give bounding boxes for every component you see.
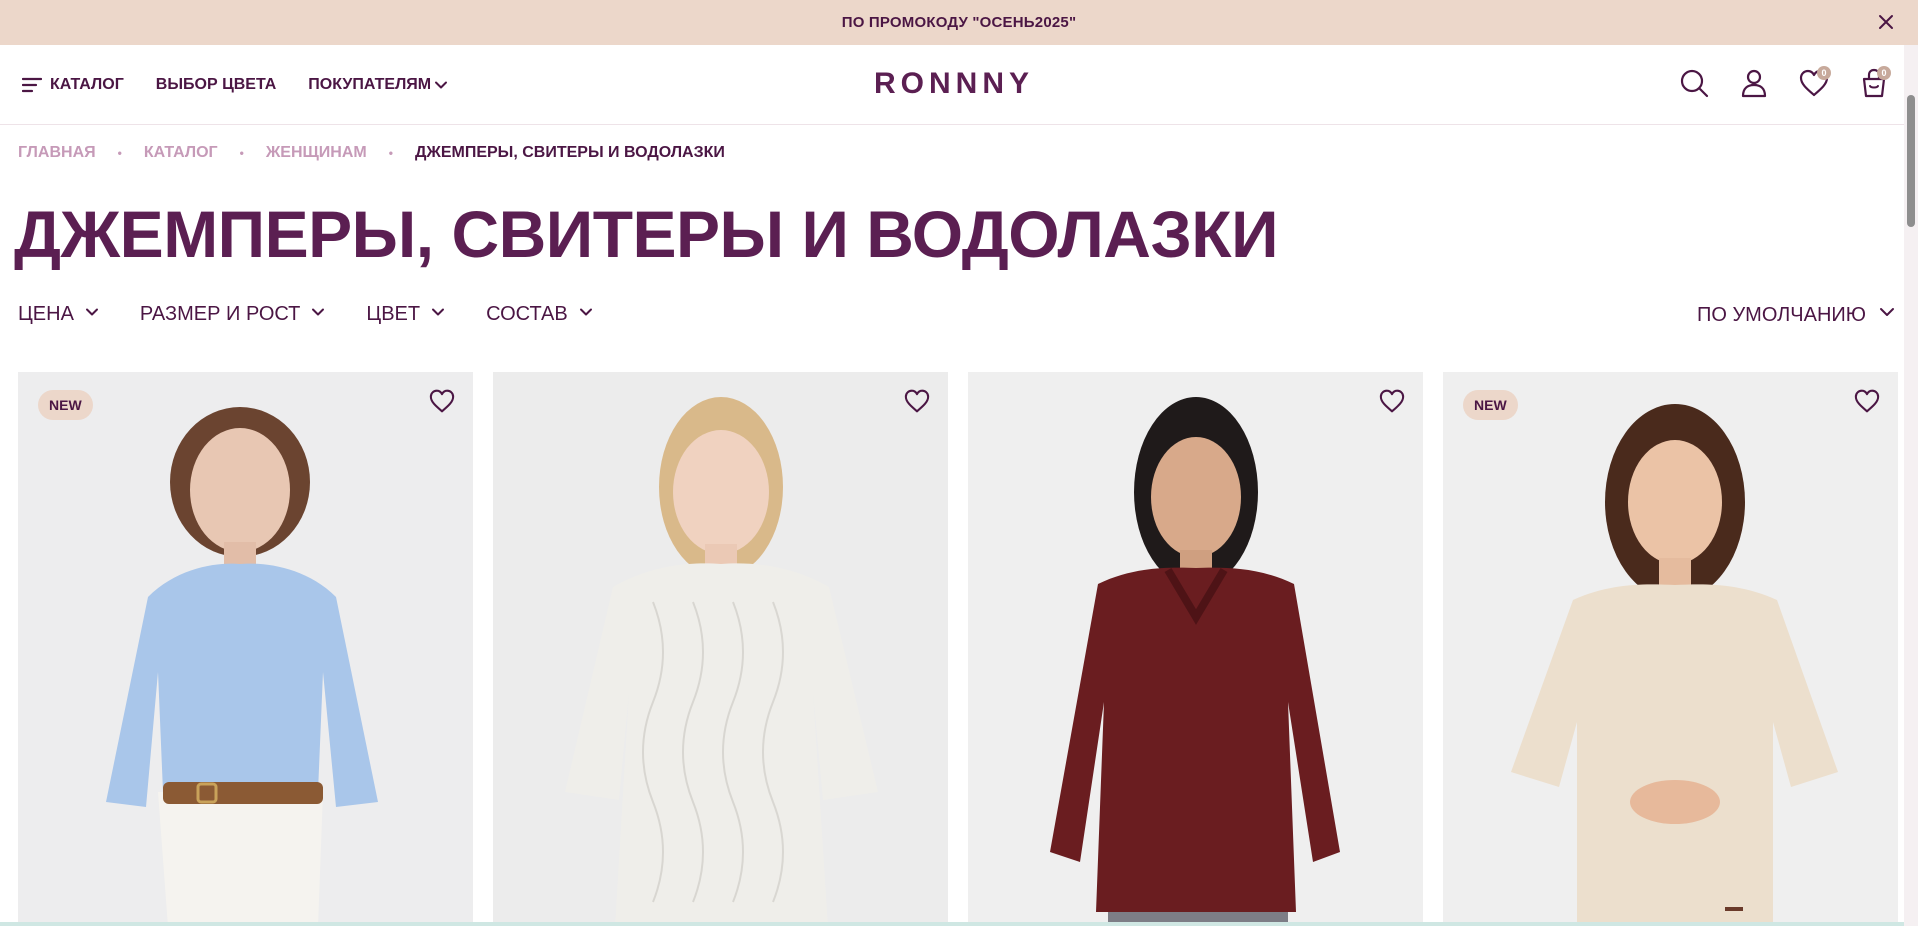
heart-icon — [904, 389, 930, 418]
breadcrumb-home[interactable]: ГЛАВНАЯ — [18, 144, 96, 162]
user-icon — [1741, 68, 1767, 103]
wishlist-button[interactable]: 0 — [1784, 55, 1844, 115]
product-grid: NEW NEW — [18, 372, 1898, 926]
heart-icon — [1854, 389, 1880, 418]
new-badge: NEW — [1463, 390, 1518, 420]
product-card[interactable]: NEW — [1443, 372, 1898, 926]
nav-catalog[interactable]: КАТАЛОГ — [22, 76, 124, 94]
filter-bar: ЦЕНА РАЗМЕР И РОСТ ЦВЕТ СОСТАВ — [18, 303, 634, 326]
add-to-wishlist-button[interactable] — [427, 388, 457, 418]
sort-label: ПО УМОЛЧАНИЮ — [1696, 303, 1866, 326]
site-header: КАТАЛОГ ВЫБОР ЦВЕТА ПОКУПАТЕЛЯМ RONNNY 0… — [0, 45, 1904, 125]
add-to-wishlist-button[interactable] — [1852, 388, 1882, 418]
search-button[interactable] — [1664, 55, 1724, 115]
add-to-wishlist-button[interactable] — [902, 388, 932, 418]
heart-icon — [429, 389, 455, 418]
nav-color-choice[interactable]: ВЫБОР ЦВЕТА — [156, 76, 277, 94]
product-photo — [968, 372, 1423, 926]
product-card[interactable]: NEW — [18, 372, 473, 926]
header-actions: 0 0 — [1664, 45, 1904, 125]
breadcrumb-separator: • — [117, 146, 122, 160]
bottom-divider — [0, 922, 1904, 926]
menu-icon — [22, 77, 42, 93]
nav-color-label: ВЫБОР ЦВЕТА — [155, 76, 277, 93]
filter-size[interactable]: РАЗМЕР И РОСТ — [140, 303, 326, 326]
chevron-down-icon — [1866, 303, 1896, 327]
wishlist-count-badge: 0 — [1817, 66, 1831, 80]
nav-buyers-label: ПОКУПАТЕЛЯМ — [308, 76, 432, 93]
sort-dropdown[interactable]: ПО УМОЛЧАНИЮ — [1697, 303, 1896, 327]
filter-color-label: ЦВЕТ — [366, 303, 421, 325]
chevron-down-icon — [568, 303, 594, 326]
filter-composition-label: СОСТАВ — [486, 303, 568, 325]
search-icon — [1679, 68, 1709, 103]
add-to-wishlist-button[interactable] — [1377, 388, 1407, 418]
promo-bar: ПО ПРОМОКОДУ "ОСЕНЬ2025" — [0, 0, 1918, 45]
breadcrumb-catalog[interactable]: КАТАЛОГ — [144, 144, 218, 162]
page-title: ДЖЕМПЕРЫ, СВИТЕРЫ И ВОДОЛАЗКИ — [14, 197, 1279, 271]
product-photo — [493, 372, 948, 926]
breadcrumb-women[interactable]: ЖЕНЩИНАМ — [266, 144, 367, 162]
product-card[interactable] — [968, 372, 1423, 926]
brand-logo[interactable]: RONNNY — [874, 67, 1034, 101]
filter-size-label: РАЗМЕР И РОСТ — [139, 303, 301, 325]
breadcrumb-separator: • — [388, 146, 393, 160]
main-nav: КАТАЛОГ ВЫБОР ЦВЕТА ПОКУПАТЕЛЯМ — [22, 45, 480, 125]
cart-count-badge: 0 — [1877, 66, 1891, 80]
product-photo — [18, 372, 473, 926]
nav-catalog-label: КАТАЛОГ — [50, 76, 124, 93]
product-card[interactable] — [493, 372, 948, 926]
chevron-down-icon — [434, 78, 448, 92]
close-icon[interactable] — [1874, 10, 1898, 34]
filter-color[interactable]: ЦВЕТ — [366, 303, 446, 326]
breadcrumb: ГЛАВНАЯ • КАТАЛОГ • ЖЕНЩИНАМ • ДЖЕМПЕРЫ,… — [18, 144, 725, 162]
breadcrumb-separator: • — [239, 146, 244, 160]
heart-icon — [1379, 389, 1405, 418]
filter-price[interactable]: ЦЕНА — [18, 303, 100, 326]
chevron-down-icon — [300, 303, 326, 326]
chevron-down-icon — [74, 303, 100, 326]
breadcrumb-current: ДЖЕМПЕРЫ, СВИТЕРЫ И ВОДОЛАЗКИ — [414, 144, 725, 161]
promo-text: ПО ПРОМОКОДУ "ОСЕНЬ2025" — [841, 14, 1077, 31]
page-scrollbar[interactable] — [1904, 45, 1918, 926]
filter-composition[interactable]: СОСТАВ — [486, 303, 594, 326]
filter-price-label: ЦЕНА — [18, 303, 74, 325]
product-photo — [1443, 372, 1898, 926]
account-button[interactable] — [1724, 55, 1784, 115]
nav-buyers[interactable]: ПОКУПАТЕЛЯМ — [308, 76, 448, 94]
cart-button[interactable]: 0 — [1844, 55, 1904, 115]
new-badge: NEW — [38, 390, 93, 420]
chevron-down-icon — [420, 303, 446, 326]
scrollbar-thumb[interactable] — [1907, 95, 1915, 227]
